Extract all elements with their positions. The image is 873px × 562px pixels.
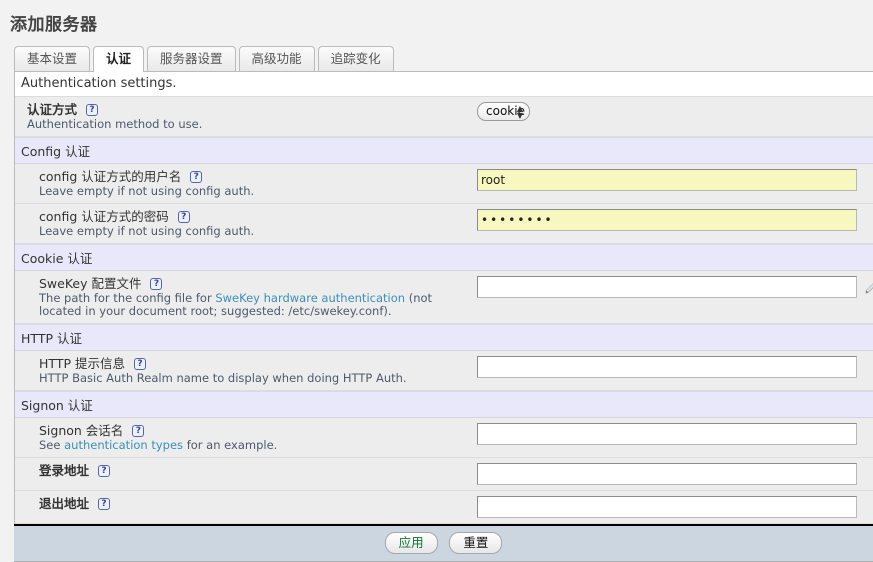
auth-method-select-wrap: cookie ▲▼	[477, 102, 530, 121]
signon-doc-link[interactable]: authentication types	[64, 438, 183, 452]
config-password-field-cell	[477, 204, 873, 236]
swekey-config-file-input[interactable]	[477, 276, 857, 298]
tab-authentication[interactable]: 认证	[93, 46, 144, 72]
pencil-icon[interactable]	[864, 279, 873, 295]
row-logout-url: 退出地址 ?	[15, 491, 873, 524]
help-icon[interactable]: ?	[98, 465, 110, 477]
form-footer: 应用 重置	[14, 524, 873, 562]
signon-session-input[interactable]	[477, 423, 857, 445]
page-title: 添加服务器	[0, 0, 873, 35]
signon-url-input[interactable]	[477, 463, 857, 485]
swekey-doc-pre: The path for the config file for	[39, 291, 215, 305]
row-auth-method: 认证方式 ? Authentication method to use. coo…	[15, 97, 873, 137]
logout-url-input[interactable]	[477, 496, 857, 518]
signon-session-field-cell	[477, 418, 873, 450]
help-icon[interactable]: ?	[86, 104, 98, 116]
logout-url-field-cell	[477, 491, 873, 523]
help-icon[interactable]: ?	[98, 498, 110, 510]
signon-session-label-cell: Signon 会话名 ? See authentication types fo…	[15, 418, 477, 457]
logout-url-label: 退出地址	[39, 496, 89, 511]
form-caption: Authentication settings.	[15, 72, 873, 97]
row-signon-session: Signon 会话名 ? See authentication types fo…	[15, 418, 873, 458]
section-header-http: HTTP 认证	[15, 324, 873, 351]
http-realm-field-cell	[477, 351, 873, 383]
config-username-input[interactable]	[477, 169, 857, 191]
signon-session-label: Signon 会话名	[39, 423, 123, 438]
signon-url-label-cell: 登录地址 ?	[15, 458, 477, 484]
signon-doc-post: for an example.	[183, 438, 277, 452]
signon-url-field-cell	[477, 458, 873, 490]
row-signon-url: 登录地址 ?	[15, 458, 873, 491]
swekey-field-cell	[477, 271, 873, 303]
row-config-username: config 认证方式的用户名 ? Leave empty if not usi…	[15, 164, 873, 204]
section-header-signon: Signon 认证	[15, 391, 873, 418]
help-icon[interactable]: ?	[134, 358, 146, 370]
http-realm-doc: HTTP Basic Auth Realm name to display wh…	[39, 372, 471, 385]
config-username-doc: Leave empty if not using config auth.	[39, 185, 471, 198]
swekey-label-cell: SweKey 配置文件 ? The path for the config fi…	[15, 271, 477, 323]
auth-method-label-cell: 认证方式 ? Authentication method to use.	[15, 97, 477, 136]
swekey-doc-link[interactable]: SweKey hardware authentication	[215, 291, 405, 305]
help-icon[interactable]: ?	[132, 425, 144, 437]
signon-doc-pre: See	[39, 438, 64, 452]
reset-button[interactable]: 重置	[449, 532, 502, 554]
config-password-label-cell: config 认证方式的密码 ? Leave empty if not usin…	[15, 204, 477, 243]
section-header-config: Config 认证	[15, 137, 873, 164]
row-config-password: config 认证方式的密码 ? Leave empty if not usin…	[15, 204, 873, 244]
row-swekey-config-file: SweKey 配置文件 ? The path for the config fi…	[15, 271, 873, 324]
tab-advanced-features[interactable]: 高级功能	[239, 46, 315, 71]
config-password-label: config 认证方式的密码	[39, 209, 169, 224]
tab-tracking-changes[interactable]: 追踪变化	[318, 46, 394, 71]
signon-url-label: 登录地址	[39, 463, 89, 478]
swekey-label: SweKey 配置文件	[39, 276, 141, 291]
section-header-cookie: Cookie 认证	[15, 244, 873, 271]
auth-method-field-cell: cookie ▲▼	[477, 97, 873, 126]
help-icon[interactable]: ?	[150, 278, 162, 290]
auth-method-label: 认证方式	[27, 102, 77, 117]
config-password-doc: Leave empty if not using config auth.	[39, 225, 471, 238]
help-icon[interactable]: ?	[190, 171, 202, 183]
auth-method-doc: Authentication method to use.	[27, 118, 471, 131]
http-realm-label: HTTP 提示信息	[39, 356, 125, 371]
config-username-field-cell	[477, 164, 873, 196]
config-password-input[interactable]	[477, 209, 857, 231]
http-realm-label-cell: HTTP 提示信息 ? HTTP Basic Auth Realm name t…	[15, 351, 477, 390]
tab-server-settings[interactable]: 服务器设置	[147, 46, 236, 71]
http-realm-input[interactable]	[477, 356, 857, 378]
logout-url-label-cell: 退出地址 ?	[15, 491, 477, 517]
help-icon[interactable]: ?	[178, 211, 190, 223]
row-http-realm: HTTP 提示信息 ? HTTP Basic Auth Realm name t…	[15, 351, 873, 391]
tab-bar: 基本设置 认证 服务器设置 高级功能 追踪变化	[14, 45, 873, 71]
signon-session-doc: See authentication types for an example.	[39, 439, 471, 452]
tab-basic-settings[interactable]: 基本设置	[14, 46, 90, 71]
authentication-settings-form: Authentication settings. 认证方式 ? Authenti…	[14, 71, 873, 524]
auth-method-select[interactable]: cookie	[477, 102, 530, 121]
config-username-label: config 认证方式的用户名	[39, 169, 181, 184]
config-username-label-cell: config 认证方式的用户名 ? Leave empty if not usi…	[15, 164, 477, 203]
apply-button[interactable]: 应用	[385, 532, 438, 554]
swekey-doc: The path for the config file for SweKey …	[39, 292, 471, 318]
